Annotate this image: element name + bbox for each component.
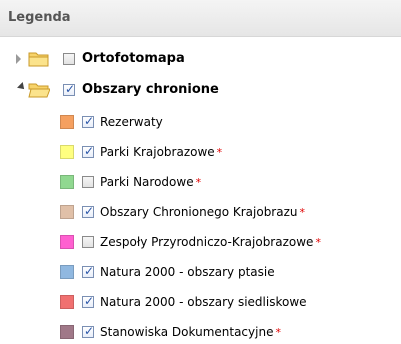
legend-swatch [60,115,74,129]
layer-name: Natura 2000 - obszary siedliskowe [100,295,307,309]
layer-row[interactable]: Zespoły Przyrodniczo-Krajobrazowe * [60,232,400,252]
layer-row[interactable]: ✓ Stanowiska Dokumentacyjne * [60,322,400,342]
layer-checkbox[interactable] [82,236,94,248]
checkmark-icon: ✓ [84,204,95,218]
layer-row[interactable]: ✓ Natura 2000 - obszary ptasie [60,262,400,282]
layer-name: Obszary Chronionego Krajobrazu [100,205,298,219]
layer-checkbox[interactable]: ✓ [82,204,95,218]
layer-label: Stanowiska Dokumentacyjne * [100,325,281,339]
legend-swatch [60,265,74,279]
checkmark-icon: ✓ [84,114,95,128]
group-checkbox[interactable] [63,53,75,65]
panel-title: Legenda [8,10,71,25]
layer-row[interactable]: ✓ Parki Krajobrazowe * [60,142,400,162]
folder-icon [28,52,49,67]
layer-label: Rezerwaty [100,115,163,129]
legend-panel-header: Legenda [0,0,401,37]
layer-checkbox[interactable] [82,176,94,188]
expand-arrow-icon[interactable] [16,54,21,64]
layer-name: Natura 2000 - obszary ptasie [100,265,275,279]
layer-name: Stanowiska Dokumentacyjne [100,325,274,339]
required-asterisk: * [299,206,306,219]
layer-label: Parki Narodowe * [100,175,201,189]
layer-label: Zespoły Przyrodniczo-Krajobrazowe * [100,235,321,249]
required-asterisk: * [275,326,281,339]
checkmark-icon: ✓ [84,294,95,308]
legend-swatch [60,175,74,189]
legend-swatch [60,205,74,219]
required-asterisk: * [195,176,202,189]
layer-name: Parki Narodowe [100,175,194,189]
layer-label: Natura 2000 - obszary siedliskowe [100,295,307,309]
tree-group-obszary-chronione[interactable]: ✓ Obszary chronione [16,80,296,100]
layer-checkbox[interactable]: ✓ [82,264,95,278]
group-label: Ortofotomapa [82,51,185,66]
group-label: Obszary chronione [82,82,219,97]
legend-swatch [60,295,74,309]
open-folder-icon [28,83,50,98]
checkmark-icon: ✓ [65,82,76,96]
legend-swatch [60,235,74,249]
layer-row[interactable]: ✓ Obszary Chronionego Krajobrazu * [60,202,400,222]
layer-name: Rezerwaty [100,115,163,129]
legend-swatch [60,325,74,339]
layer-checkbox[interactable]: ✓ [82,324,95,338]
tree-group-ortofotomapa[interactable]: Ortofotomapa [16,49,276,69]
layer-row[interactable]: ✓ Rezerwaty [60,112,400,132]
collapse-arrow-icon[interactable] [17,82,27,92]
layer-label: Parki Krajobrazowe * [100,145,222,159]
layer-checkbox[interactable]: ✓ [82,294,95,308]
layer-checkbox[interactable]: ✓ [82,144,95,158]
layer-row[interactable]: ✓ Natura 2000 - obszary siedliskowe [60,292,400,312]
group-checkbox[interactable]: ✓ [63,82,76,96]
required-asterisk: * [315,236,321,249]
layer-checkbox[interactable]: ✓ [82,114,95,128]
required-asterisk: * [216,146,223,159]
legend-swatch [60,145,74,159]
layer-name: Zespoły Przyrodniczo-Krajobrazowe [100,235,314,249]
checkmark-icon: ✓ [84,144,95,158]
checkmark-icon: ✓ [84,324,95,338]
layer-row[interactable]: Parki Narodowe * [60,172,400,192]
layer-name: Parki Krajobrazowe [100,145,215,159]
layer-label: Natura 2000 - obszary ptasie [100,265,275,279]
layer-label: Obszary Chronionego Krajobrazu * [100,205,305,219]
checkmark-icon: ✓ [84,264,95,278]
